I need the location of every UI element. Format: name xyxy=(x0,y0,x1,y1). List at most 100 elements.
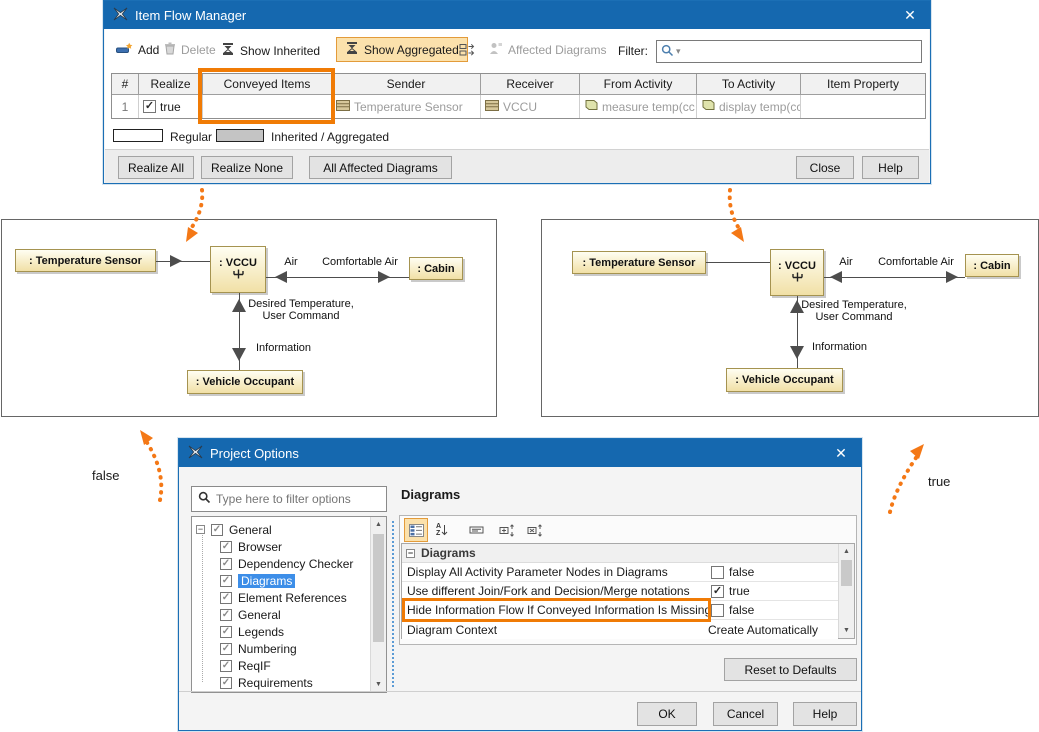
close-icon[interactable]: ✕ xyxy=(899,7,921,24)
block-vccu[interactable]: : VCCU xyxy=(770,249,824,296)
trash-icon xyxy=(164,42,176,58)
tree-item-reqif[interactable]: ✓ReqIF xyxy=(192,657,271,674)
delete-button[interactable]: Delete xyxy=(164,42,216,58)
block-vehicle-occupant[interactable]: : Vehicle Occupant xyxy=(726,368,843,392)
tree-checkbox[interactable]: ✓ xyxy=(211,524,223,536)
tree-item-element-references[interactable]: ✓Element References xyxy=(192,589,347,606)
connector-ts-vccu[interactable] xyxy=(156,261,210,262)
tree-item-legends[interactable]: ✓Legends xyxy=(192,623,284,640)
tree-checkbox[interactable]: ✓ xyxy=(220,643,232,655)
scroll-thumb[interactable] xyxy=(373,534,384,642)
scroll-up-icon[interactable]: ▲ xyxy=(840,544,853,559)
property-row[interactable]: Use different Join/Fork and Decision/Mer… xyxy=(402,582,838,601)
add-button[interactable]: Add xyxy=(116,42,159,58)
tree-checkbox[interactable]: ✓ xyxy=(220,609,232,621)
flow-label-information: Information xyxy=(812,341,867,353)
reset-to-defaults-button[interactable]: Reset to Defaults xyxy=(724,658,857,681)
standard-properties-button[interactable] xyxy=(523,518,547,542)
activity-icon xyxy=(584,99,598,114)
sort-alphabetically-button[interactable]: AZ xyxy=(430,518,454,542)
block-temperature-sensor[interactable]: : Temperature Sensor xyxy=(572,251,706,274)
po-titlebar[interactable]: Project Options ✕ xyxy=(179,439,861,467)
col-item-property[interactable]: Item Property xyxy=(801,74,925,95)
splitter-handle[interactable] xyxy=(392,521,394,687)
scroll-down-icon[interactable]: ▼ xyxy=(840,623,853,638)
properties-scrollbar[interactable]: ▲ ▼ xyxy=(838,544,854,638)
value-checkbox[interactable] xyxy=(711,566,724,579)
block-cabin[interactable]: : Cabin xyxy=(409,257,463,280)
block-temperature-sensor[interactable]: : Temperature Sensor xyxy=(15,249,156,272)
flow-label-air: Air xyxy=(839,256,852,268)
tree-scrollbar[interactable]: ▲ ▼ xyxy=(370,517,386,692)
all-affected-diagrams-button[interactable]: All Affected Diagrams xyxy=(309,156,452,179)
collapse-icon[interactable]: − xyxy=(196,525,205,534)
property-row[interactable]: Display All Activity Parameter Nodes in … xyxy=(402,563,838,582)
property-row[interactable]: Diagram Context Create Automatically xyxy=(402,620,838,639)
ifm-titlebar[interactable]: Item Flow Manager ✕ xyxy=(104,1,930,29)
tree-item-general-root[interactable]: − ✓ General xyxy=(192,521,272,538)
tree-item-general[interactable]: ✓General xyxy=(192,606,281,623)
scroll-up-icon[interactable]: ▲ xyxy=(372,517,385,532)
table-header-row: # Realize Conveyed Items Sender Receiver… xyxy=(112,74,925,95)
legend-inherited-label: Inherited / Aggregated xyxy=(271,130,389,144)
options-search-box xyxy=(191,486,387,512)
close-button[interactable]: Close xyxy=(796,156,854,179)
close-icon[interactable]: ✕ xyxy=(830,445,852,462)
col-sender[interactable]: Sender xyxy=(332,74,481,95)
block-vccu[interactable]: : VCCU xyxy=(210,246,266,293)
value-checkbox[interactable] xyxy=(711,604,724,617)
table-row[interactable]: 1 ✓ true Temperature Sensor VCCU measure… xyxy=(112,95,925,118)
realize-all-button[interactable]: Realize All xyxy=(118,156,194,179)
tree-item-dependency-checker[interactable]: ✓Dependency Checker xyxy=(192,555,353,572)
property-group-header[interactable]: − Diagrams xyxy=(402,544,838,563)
move-columns-icon[interactable] xyxy=(459,43,477,60)
tree-item-diagrams[interactable]: ✓Diagrams xyxy=(192,572,295,589)
value-checkbox[interactable]: ✓ xyxy=(711,585,724,598)
scroll-down-icon[interactable]: ▼ xyxy=(372,677,385,692)
col-num[interactable]: # xyxy=(112,74,139,95)
cancel-button[interactable]: Cancel xyxy=(713,702,778,726)
show-description-button[interactable] xyxy=(465,518,489,542)
block-cabin[interactable]: : Cabin xyxy=(965,254,1019,277)
realize-none-button[interactable]: Realize None xyxy=(201,156,293,179)
show-inherited-button[interactable]: Show Inherited xyxy=(221,42,320,59)
cell-receiver: VCCU xyxy=(481,95,580,118)
col-realize[interactable]: Realize xyxy=(139,74,203,95)
connector-vccu-cabin[interactable] xyxy=(824,277,965,278)
caret-down-icon[interactable]: ▾ xyxy=(676,46,681,57)
collapse-icon[interactable]: − xyxy=(406,549,415,558)
annotation-arrow-false xyxy=(100,420,172,504)
tree-checkbox[interactable]: ✓ xyxy=(220,626,232,638)
col-conveyed-items[interactable]: Conveyed Items xyxy=(203,74,332,95)
col-from-activity[interactable]: From Activity xyxy=(580,74,697,95)
help-button[interactable]: Help xyxy=(862,156,919,179)
expert-properties-button[interactable] xyxy=(495,518,519,542)
filter-input[interactable] xyxy=(683,45,917,59)
tree-item-numbering[interactable]: ✓Numbering xyxy=(192,640,297,657)
ok-button[interactable]: OK xyxy=(637,702,697,726)
tree-item-browser[interactable]: ✓Browser xyxy=(192,538,282,555)
realize-checkbox[interactable]: ✓ xyxy=(143,100,156,113)
tree-checkbox[interactable]: ✓ xyxy=(220,660,232,672)
show-aggregated-toggle[interactable]: Show Aggregated xyxy=(336,37,468,62)
categorized-view-button[interactable] xyxy=(404,518,428,542)
col-to-activity[interactable]: To Activity xyxy=(697,74,801,95)
col-receiver[interactable]: Receiver xyxy=(481,74,580,95)
tree-checkbox[interactable]: ✓ xyxy=(220,558,232,570)
tree-checkbox[interactable]: ✓ xyxy=(220,592,232,604)
scroll-thumb[interactable] xyxy=(841,560,852,586)
po-help-button[interactable]: Help xyxy=(793,702,857,726)
property-row-highlighted[interactable]: Hide Information Flow If Conveyed Inform… xyxy=(402,601,838,620)
search-icon[interactable] xyxy=(661,44,674,60)
tree-checkbox[interactable]: ✓ xyxy=(220,541,232,553)
tree-checkbox[interactable]: ✓ xyxy=(220,575,232,587)
tree-item-requirements[interactable]: ✓Requirements xyxy=(192,674,313,691)
tree-checkbox[interactable]: ✓ xyxy=(220,677,232,689)
affected-diagrams-button[interactable]: Affected Diagrams xyxy=(489,42,607,58)
options-search-input[interactable] xyxy=(216,492,380,506)
connector-ts-vccu-plain[interactable] xyxy=(706,262,770,263)
block-vehicle-occupant[interactable]: : Vehicle Occupant xyxy=(187,370,303,394)
cell-from-activity: measure temp(cc xyxy=(580,95,697,118)
cell-conveyed[interactable] xyxy=(203,95,332,118)
rake-icon xyxy=(232,269,245,282)
